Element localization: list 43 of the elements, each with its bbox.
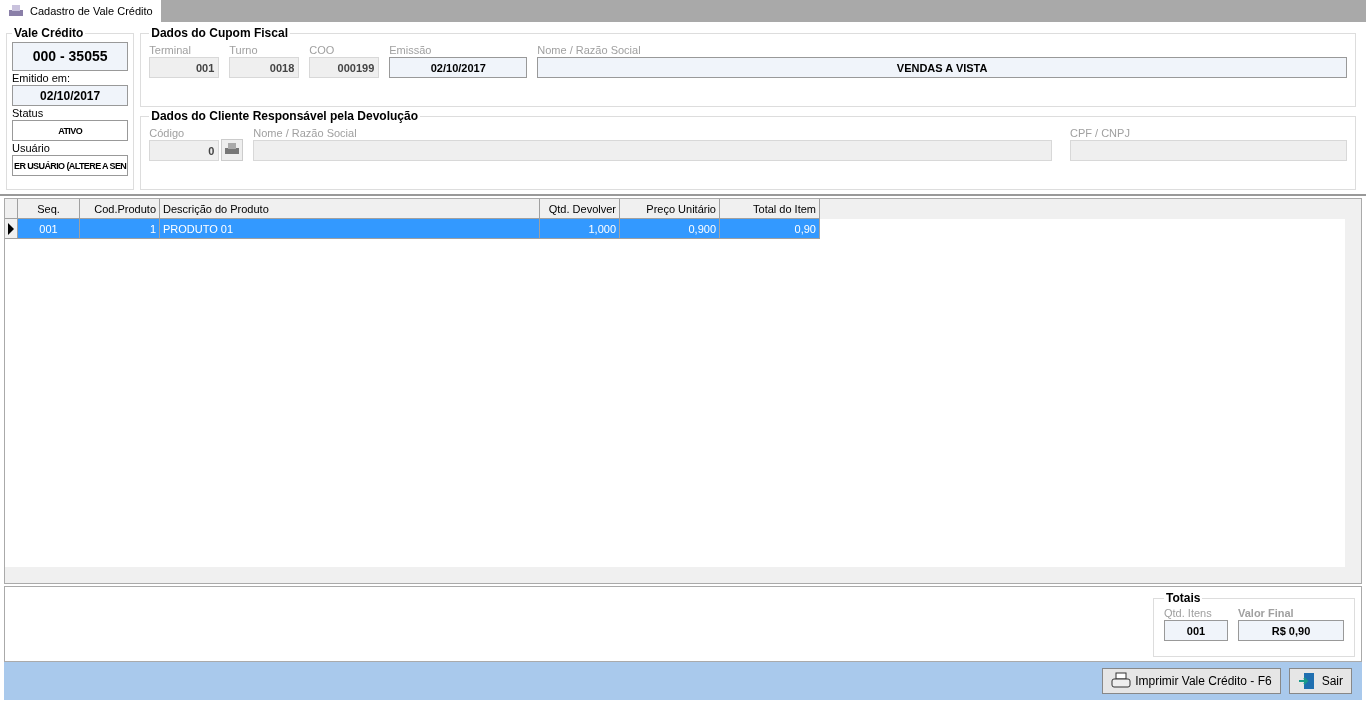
cpf-cnpj-field[interactable] xyxy=(1070,140,1347,161)
table-cell: 0,900 xyxy=(620,219,720,239)
printer-icon xyxy=(1111,672,1132,690)
field-label: Emitido em: xyxy=(12,72,72,84)
input-field[interactable]: VENDAS A VISTA xyxy=(537,57,1347,78)
field-label: Nome / Razão Social xyxy=(537,44,642,56)
final-value-field: R$ 0,90 xyxy=(1238,620,1344,641)
group-title: Totais xyxy=(1165,591,1202,605)
input-field[interactable]: 02/10/2017 xyxy=(389,57,528,78)
search-button[interactable] xyxy=(221,139,244,161)
form-tab[interactable]: Cadastro de Vale Crédito xyxy=(0,0,161,22)
horizontal-scrollbar[interactable] xyxy=(5,567,1361,583)
field-label: Valor Final xyxy=(1238,607,1295,619)
user-field: ER USUÁRIO (ALTERE A SEN xyxy=(12,155,129,176)
table-cell: 0,90 xyxy=(720,219,820,239)
row-pointer-icon xyxy=(8,222,14,235)
group-title: Dados do Cupom Fiscal xyxy=(150,26,289,40)
table-cell: 1 xyxy=(80,219,160,239)
items-count-field: 001 xyxy=(1164,620,1228,641)
field-label: Terminal xyxy=(149,44,192,56)
printer-icon xyxy=(224,141,241,156)
field-label: Qtd. Itens xyxy=(1164,607,1213,619)
exit-button[interactable]: Sair xyxy=(1288,668,1352,694)
field-label: Emissão xyxy=(389,44,433,56)
table-cell: PRODUTO 01 xyxy=(160,219,540,239)
code-field[interactable]: 0 xyxy=(149,140,220,161)
print-button[interactable]: Imprimir Vale Crédito - F6 xyxy=(1102,668,1281,694)
printer-icon xyxy=(8,4,24,18)
voucher-number-field: 000 - 35055 xyxy=(12,42,129,71)
table-cell: 001 xyxy=(18,219,80,239)
issued-date-field: 02/10/2017 xyxy=(12,85,129,106)
group-title: Vale Crédito xyxy=(13,26,85,40)
field-label: Usuário xyxy=(12,142,51,154)
field-label: Turno xyxy=(229,44,259,56)
group-title: Dados do Cliente Responsável pela Devolução xyxy=(150,109,420,123)
status-field: ATIVO xyxy=(12,120,129,141)
field-label: Código xyxy=(149,127,186,139)
table-cell: 1,000 xyxy=(540,219,620,239)
field-label: Status xyxy=(12,107,45,119)
field-label: CPF / CNPJ xyxy=(1070,127,1131,139)
field-label: COO xyxy=(309,44,336,56)
field-label: Nome / Razão Social xyxy=(253,127,358,139)
name-field[interactable] xyxy=(253,140,1052,161)
